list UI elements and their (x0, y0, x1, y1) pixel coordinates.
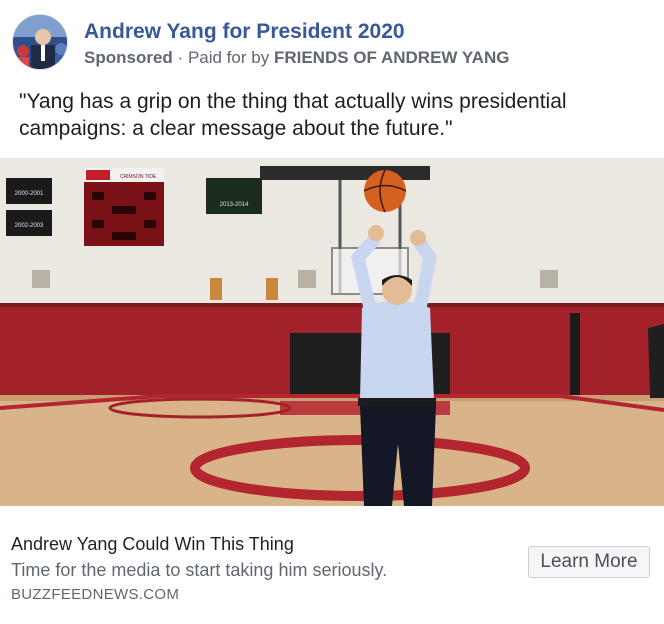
meta-separator: · (177, 48, 184, 67)
post-meta: Sponsored · Paid for by FRIENDS OF ANDRE… (84, 48, 509, 68)
basketball (363, 169, 407, 213)
link-title[interactable]: Andrew Yang Could Win This Thing (11, 534, 294, 555)
post-message: "Yang has a grip on the thing that actua… (19, 90, 567, 140)
page-avatar[interactable] (12, 14, 68, 70)
paid-for-org[interactable]: FRIENDS OF ANDREW YANG (274, 48, 510, 67)
paid-for-prefix: Paid for by (187, 48, 270, 67)
link-description: Time for the media to start taking him s… (11, 560, 388, 580)
scoreboard-title: CRIMSON TIDE (120, 174, 157, 180)
scoreboard: CRIMSON TIDE (84, 168, 164, 246)
banner-left-top: 2000-2001 (6, 178, 52, 204)
sponsored-label[interactable]: Sponsored (84, 48, 173, 67)
link-card[interactable]: Andrew Yang Could Win This Thing Time fo… (0, 506, 664, 624)
link-domain: BUZZFEEDNEWS.COM (11, 586, 180, 603)
avatar-image (13, 15, 67, 69)
banner-right: 2013-2014 (206, 178, 262, 214)
banner-left-bottom: 2002-2003 (6, 210, 52, 236)
banner-left-top-text: 2000-2001 (15, 191, 44, 197)
gym-scene: 2000-2001 2002-2003 CRIMSON TIDE 2013-20… (0, 158, 664, 506)
learn-more-button[interactable]: Learn More (528, 546, 650, 578)
ad-image[interactable]: 2000-2001 2002-2003 CRIMSON TIDE 2013-20… (0, 158, 664, 506)
banner-left-bottom-text: 2002-2003 (15, 223, 44, 229)
page-name-link[interactable]: Andrew Yang for President 2020 (84, 20, 405, 44)
sponsored-post: Andrew Yang for President 2020 Sponsored… (0, 0, 664, 624)
banner-right-text: 2013-2014 (220, 202, 249, 208)
